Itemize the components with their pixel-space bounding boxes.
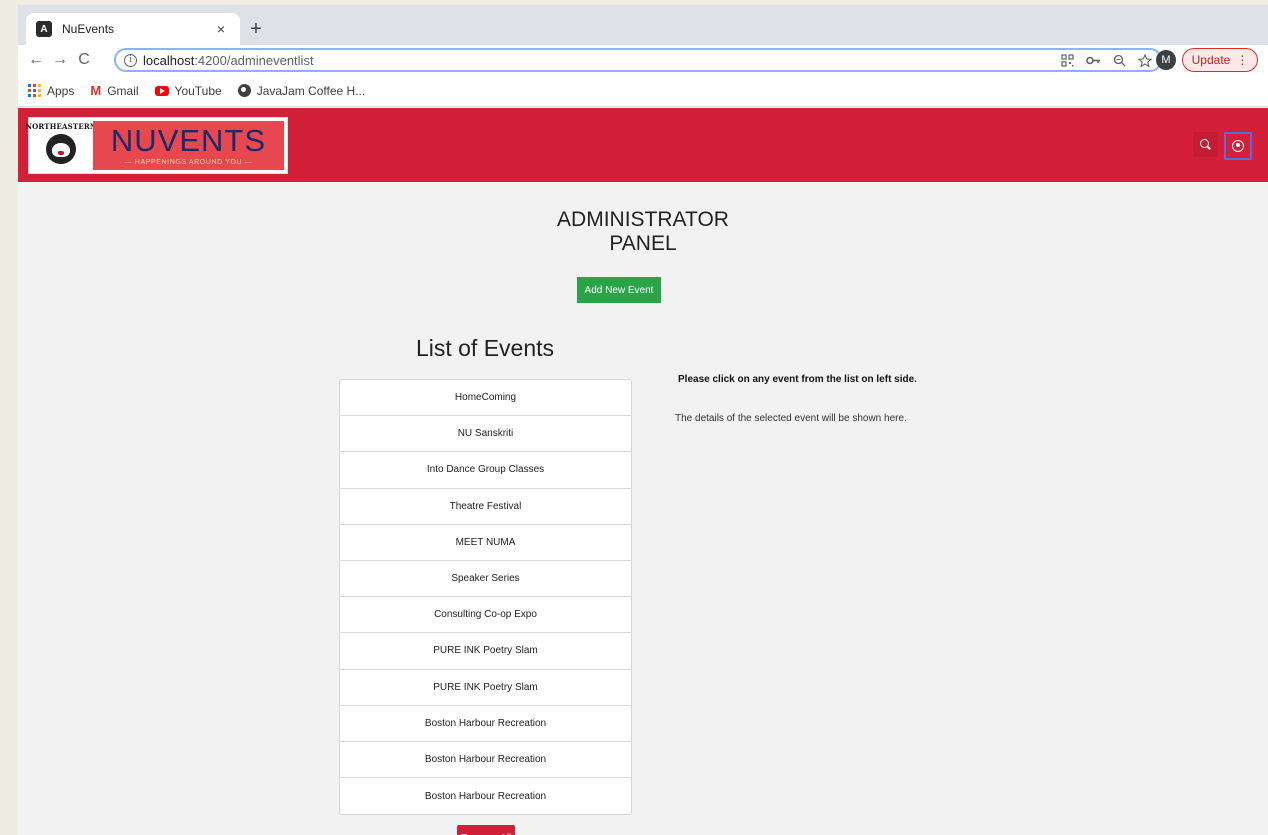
list-item[interactable]: Boston Harbour Recreation <box>340 706 631 742</box>
event-detail-heading: Please click on any event from the list … <box>678 374 917 385</box>
tab-title: NuEvents <box>62 22 115 36</box>
list-item[interactable]: HomeComing <box>340 380 631 417</box>
logo-tagline: — HAPPENINGS AROUND YOU — <box>124 159 253 166</box>
apps-icon <box>28 84 41 97</box>
logo-title: NUVENTS <box>110 123 267 158</box>
bookmark-javajam[interactable]: JavaJam Coffee H... <box>237 83 366 98</box>
bookmark-apps[interactable]: Apps <box>28 84 74 98</box>
list-item[interactable]: NU Sanskriti <box>340 416 631 453</box>
nuvents-logo[interactable]: NORTHEASTERN NUVENTS — HAPPENINGS AROUND… <box>26 117 288 174</box>
app-header: NORTHEASTERN NUVENTS — HAPPENINGS AROUND… <box>18 108 1268 182</box>
url-path: :4200/admineventlist <box>194 52 314 68</box>
page-title-line1: ADMINISTRATOR <box>557 208 729 231</box>
search-icon[interactable] <box>1193 132 1218 157</box>
star-icon[interactable] <box>1138 53 1152 67</box>
list-item[interactable]: Into Dance Group Classes <box>340 452 631 489</box>
back-button[interactable]: ← <box>24 48 48 72</box>
menu-dots-icon: ⋮ <box>1236 53 1249 67</box>
bookmark-label: JavaJam Coffee H... <box>256 83 366 98</box>
logo-university: NORTHEASTERN <box>25 122 97 131</box>
list-item[interactable]: Consulting Co-op Expo <box>340 597 631 634</box>
new-tab-button[interactable]: + <box>244 17 268 41</box>
profile-avatar[interactable]: M <box>1156 50 1176 70</box>
bookmark-youtube[interactable]: YouTube <box>154 83 222 98</box>
add-new-event-button[interactable]: Add New Event <box>577 277 661 303</box>
bookmark-label: YouTube <box>174 83 222 98</box>
list-item[interactable]: Speaker Series <box>340 561 631 598</box>
bookmark-label: Gmail <box>107 83 139 98</box>
list-item[interactable]: Theatre Festival <box>340 489 631 525</box>
bookmark-label: Apps <box>47 83 75 98</box>
list-item[interactable]: Boston Harbour Recreation <box>340 742 631 779</box>
update-button[interactable]: Update ⋮ <box>1182 48 1258 72</box>
globe-icon <box>237 84 251 97</box>
event-detail-note: The details of the selected event will b… <box>675 413 907 424</box>
tab-strip: A NuEvents × + <box>18 5 1268 45</box>
page-title-line2: PANEL <box>609 232 677 255</box>
list-item[interactable]: Boston Harbour Recreation <box>340 778 631 814</box>
bookmarks-bar: Apps M Gmail YouTube JavaJam Coffee H... <box>18 75 1268 107</box>
list-item[interactable]: PURE INK Poetry Slam <box>340 670 631 706</box>
youtube-icon <box>154 85 169 96</box>
url-host: localhost <box>143 52 195 68</box>
northeastern-badge: NORTHEASTERN <box>26 118 96 173</box>
qr-icon[interactable] <box>1061 53 1074 67</box>
update-label: Update <box>1191 53 1231 67</box>
user-account-button[interactable] <box>1224 132 1252 160</box>
husky-icon <box>46 134 76 164</box>
user-icon <box>1232 140 1244 152</box>
zoom-icon[interactable] <box>1113 54 1126 67</box>
angular-favicon-icon: A <box>36 21 52 37</box>
browser-toolbar: ← → C i localhost :4200/admineventlist M… <box>18 45 1268 75</box>
tab-nuevents[interactable]: A NuEvents × <box>26 13 240 45</box>
logo-wordmark: NUVENTS — HAPPENINGS AROUND YOU — <box>93 121 284 170</box>
bookmark-gmail[interactable]: M Gmail <box>90 83 138 98</box>
list-item[interactable]: PURE INK Poetry Slam <box>340 633 631 670</box>
info-icon[interactable]: i <box>124 53 137 67</box>
page-title: ADMINISTRATOR PANEL <box>18 208 1268 256</box>
remove-all-button[interactable]: Remove All <box>457 825 515 835</box>
reload-button[interactable]: C <box>72 48 96 72</box>
browser-window: A NuEvents × + ← → C i localhost :4200/a… <box>18 5 1268 835</box>
gmail-icon: M <box>90 83 102 98</box>
close-tab-icon[interactable]: × <box>212 21 230 37</box>
address-bar[interactable]: i localhost :4200/admineventlist <box>114 48 1162 72</box>
events-list: HomeComing NU Sanskriti Into Dance Group… <box>339 379 632 816</box>
list-item[interactable]: MEET NUMA <box>340 525 631 561</box>
events-list-title: List of Events <box>415 335 555 361</box>
forward-button[interactable]: → <box>48 48 72 72</box>
key-icon[interactable] <box>1086 54 1101 67</box>
